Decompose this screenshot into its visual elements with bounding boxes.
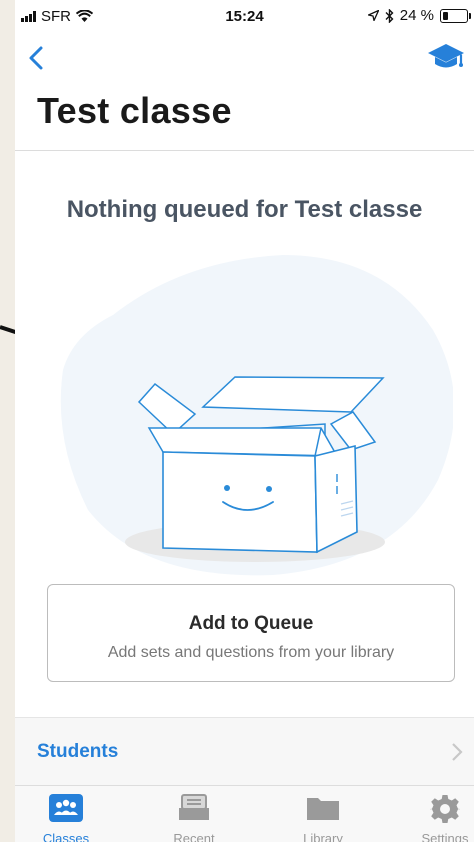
add-to-queue-subtitle: Add sets and questions from your library <box>107 644 395 661</box>
location-icon <box>367 10 379 21</box>
tab-bar: Classes Recent Library Settings <box>15 785 474 842</box>
battery-icon <box>440 8 471 23</box>
phone-screen: SFR 15:24 24 % Test classe Nothing queue… <box>15 0 474 842</box>
empty-box-illustration <box>125 376 385 562</box>
header-divider <box>15 150 474 151</box>
bluetooth-icon <box>385 8 394 23</box>
tab-classes-label: Classes <box>42 831 90 842</box>
graduation-cap-icon[interactable] <box>426 40 466 72</box>
tab-recent[interactable]: Recent <box>139 786 249 842</box>
battery-percent: 24 % <box>399 7 434 24</box>
tab-library-label: Library <box>303 831 343 842</box>
tab-recent-label: Recent <box>173 831 215 842</box>
status-right: 24 % <box>367 7 471 24</box>
recent-icon <box>179 794 209 820</box>
empty-state-message: Nothing queued for Test classe <box>66 196 423 223</box>
back-chevron-icon[interactable] <box>25 44 49 72</box>
tab-library[interactable]: Library <box>268 786 378 842</box>
students-label: Students <box>37 741 119 762</box>
classes-icon <box>49 794 83 822</box>
folder-icon <box>307 798 339 820</box>
tab-settings-label: Settings <box>421 831 469 842</box>
students-row[interactable]: Students <box>15 717 474 786</box>
status-bar: SFR 15:24 24 % <box>15 0 474 30</box>
page-title: Test classe <box>37 90 232 131</box>
tab-settings[interactable]: Settings <box>390 786 474 842</box>
gear-icon <box>430 795 460 823</box>
chevron-right-icon <box>452 743 463 761</box>
tab-classes[interactable]: Classes <box>15 786 121 842</box>
add-to-queue-title: Add to Queue <box>188 613 314 634</box>
add-to-queue-button[interactable]: Add to Queue Add sets and questions from… <box>47 584 455 682</box>
